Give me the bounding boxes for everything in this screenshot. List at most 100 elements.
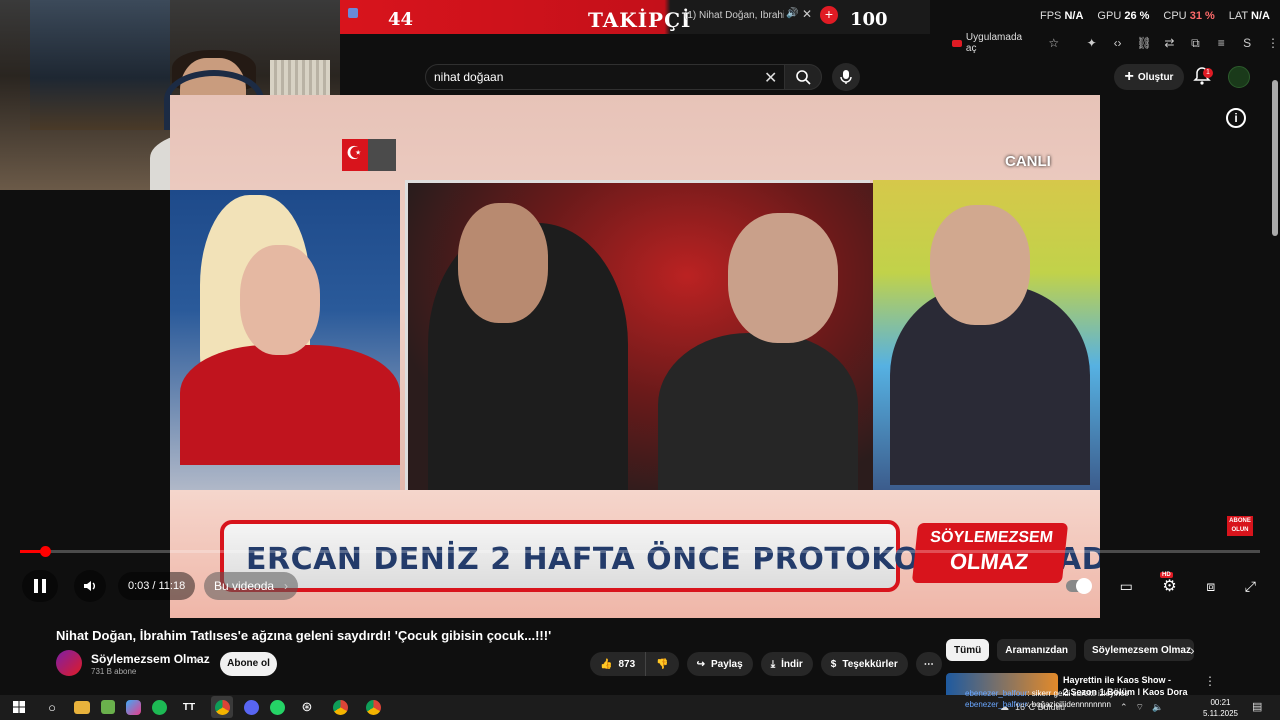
man-in-black — [658, 333, 858, 493]
duration: 11:18 — [158, 580, 186, 592]
speaker-face — [930, 205, 1030, 325]
lat-stat: LAT N/A — [1228, 10, 1270, 22]
download-button[interactable]: ⤓ İndir — [760, 652, 813, 676]
subtitles-icon[interactable]: ▭ — [1120, 578, 1133, 595]
chatgpt-icon[interactable]: ⊛ — [296, 696, 318, 718]
notification-count-badge: 1 — [1203, 68, 1213, 78]
thanks-icon: $ — [830, 658, 837, 670]
man-gray-hair-face — [728, 213, 838, 343]
create-button[interactable]: + Oluştur — [1114, 64, 1184, 90]
file-explorer-icon[interactable] — [74, 700, 90, 714]
clear-search-icon[interactable]: ✕ — [764, 68, 777, 88]
webcam-window-view — [30, 0, 170, 130]
progress-scrubber[interactable] — [39, 546, 51, 557]
plus-icon: + — [1124, 68, 1134, 85]
discord-icon[interactable] — [244, 699, 259, 715]
info-icon[interactable]: i — [1226, 108, 1246, 128]
weather-widget[interactable]: ☁ 16°C Bulutlu — [1000, 702, 1065, 713]
speaker-icon[interactable]: 🔈 — [1152, 702, 1163, 713]
browser-menu-icon[interactable]: ⋮ — [1266, 36, 1280, 50]
translate-icon[interactable]: ⇄ — [1163, 36, 1177, 50]
like-button[interactable]: 👍 873 — [590, 652, 647, 676]
browser-toolbar: Uygulamada aç ☆ ✦ ‹› ⛓ ⇄ ⧉ ≡ S ⋮ — [930, 32, 1280, 54]
autoplay-knob — [1076, 578, 1092, 594]
calculator-icon[interactable] — [101, 700, 115, 714]
subscribe-button[interactable]: Abone ol — [220, 652, 277, 676]
tray-chevron-icon[interactable]: ⌃ — [1120, 702, 1128, 713]
notification-center-icon[interactable]: ▤ — [1252, 700, 1262, 713]
guest-dress — [180, 345, 400, 465]
share-button[interactable]: ↪ Paylaş — [686, 652, 753, 676]
chrome-profile-icon[interactable] — [329, 696, 351, 718]
playlist-icon[interactable]: ≡ — [1214, 36, 1228, 50]
tab-close-icon[interactable]: ✕ — [802, 7, 812, 21]
chrome-icon[interactable] — [211, 696, 233, 718]
show-logo: SÖYLEMEZSEM OLMAZ — [911, 523, 1069, 583]
fullscreen-icon[interactable]: ⤢ — [1245, 578, 1256, 595]
windows-start-icon[interactable] — [8, 696, 30, 718]
chip-channel[interactable]: Söylemezsem Olmaz adl — [1084, 639, 1195, 661]
extension-star-icon[interactable]: ✦ — [1085, 36, 1099, 50]
crescent-star-icon: ☪ — [346, 143, 363, 163]
video-title: Nihat Doğan, İbrahim Tatlıses'e ağzına g… — [56, 628, 552, 643]
more-actions-button[interactable]: ⋯ — [915, 652, 942, 676]
code-icon[interactable]: ‹› — [1111, 36, 1125, 50]
channel-name[interactable]: Söylemezsem Olmaz — [91, 652, 210, 666]
man-with-sunglasses-face — [458, 203, 548, 323]
download-icon: ⤓ — [770, 658, 776, 670]
subscribe-watermark[interactable]: ABONE OLUN — [1227, 516, 1253, 536]
copilot-icon[interactable] — [126, 699, 141, 715]
more-dots-icon: ⋯ — [923, 658, 934, 670]
link-icon[interactable]: ⛓ — [1137, 36, 1152, 50]
chrome-profile-2-icon[interactable] — [362, 696, 384, 718]
account-avatar[interactable] — [1228, 66, 1250, 88]
open-in-app-button[interactable]: Uygulamada aç — [952, 32, 1035, 54]
taskbar-apps: ○ TT ⊛ — [8, 696, 384, 718]
tab-audio-icon[interactable]: 🔊 — [786, 8, 798, 19]
followers-label: TAKİPÇİ — [588, 8, 692, 32]
theater-mode-icon[interactable]: ⧈ — [1206, 578, 1215, 595]
autoplay-toggle[interactable] — [1066, 578, 1092, 594]
voice-search-button[interactable] — [832, 63, 860, 91]
progress-bar[interactable] — [20, 550, 1260, 553]
search-input[interactable] — [434, 70, 754, 84]
chip-all[interactable]: Tümü — [946, 639, 990, 661]
volume-icon — [84, 581, 95, 591]
channel-avatar[interactable] — [56, 650, 82, 676]
pause-button[interactable] — [22, 570, 58, 602]
hd-badge: HD — [1160, 572, 1173, 578]
thumbs-down-icon: 👎 — [656, 658, 669, 670]
system-tray: ⌃ ⌔ 🔈 — [1120, 702, 1163, 713]
search-button[interactable] — [784, 64, 822, 90]
pause-icon — [34, 579, 46, 593]
browser-tab-title[interactable]: (1) Nihat Doğan, İbrahim Ta — [684, 10, 784, 21]
volume-button[interactable] — [74, 570, 106, 602]
chapter-button[interactable]: Bu videoda › — [204, 572, 299, 600]
follower-goal-overlay: 44 TAKİPÇİ (1) Nihat Doğan, İbrahim Ta 🔊… — [340, 0, 930, 34]
chat-message: ebenezer_balfour: sikerr geldi sürekli i… — [965, 689, 1129, 698]
wifi-icon[interactable]: ⌔ — [1136, 702, 1144, 713]
flag-logo: ☪ — [342, 139, 396, 171]
tiktok-icon[interactable]: TT — [178, 696, 200, 718]
dislike-button[interactable]: 👎 — [646, 652, 679, 676]
taskbar-clock[interactable]: 00:21 5.11.2025 — [1203, 697, 1238, 719]
chips-next-chevron-icon[interactable]: › — [1190, 642, 1195, 658]
chip-from-search[interactable]: Aramanızdan — [997, 639, 1077, 661]
new-tab-button[interactable]: + — [820, 6, 838, 24]
settings-gear-icon[interactable]: ⚙ — [1162, 576, 1176, 596]
recommendation-more-icon[interactable]: ⋮ — [1204, 674, 1216, 688]
search-icon — [796, 70, 811, 85]
screenshot-icon[interactable]: ⧉ — [1188, 36, 1202, 50]
thanks-button[interactable]: $ Teşekkürler — [820, 652, 908, 676]
video-player[interactable]: ☪ CANLI ERCAN DENİZ 2 HAFTA ÖNCE PROTOKO… — [170, 95, 1100, 618]
followers-current: 44 — [388, 9, 414, 30]
whatsapp-icon[interactable] — [270, 699, 285, 715]
spotify-icon[interactable] — [152, 699, 167, 715]
bookmark-star-icon[interactable]: ☆ — [1047, 36, 1061, 50]
search-taskbar-icon[interactable]: ○ — [41, 696, 63, 718]
youtube-icon — [952, 39, 962, 47]
gpu-stat: GPU 26 % — [1097, 10, 1150, 22]
scrollbar-thumb[interactable] — [1272, 80, 1278, 236]
extension-s-icon[interactable]: S — [1240, 36, 1254, 50]
browser-tab-icon — [348, 8, 358, 18]
